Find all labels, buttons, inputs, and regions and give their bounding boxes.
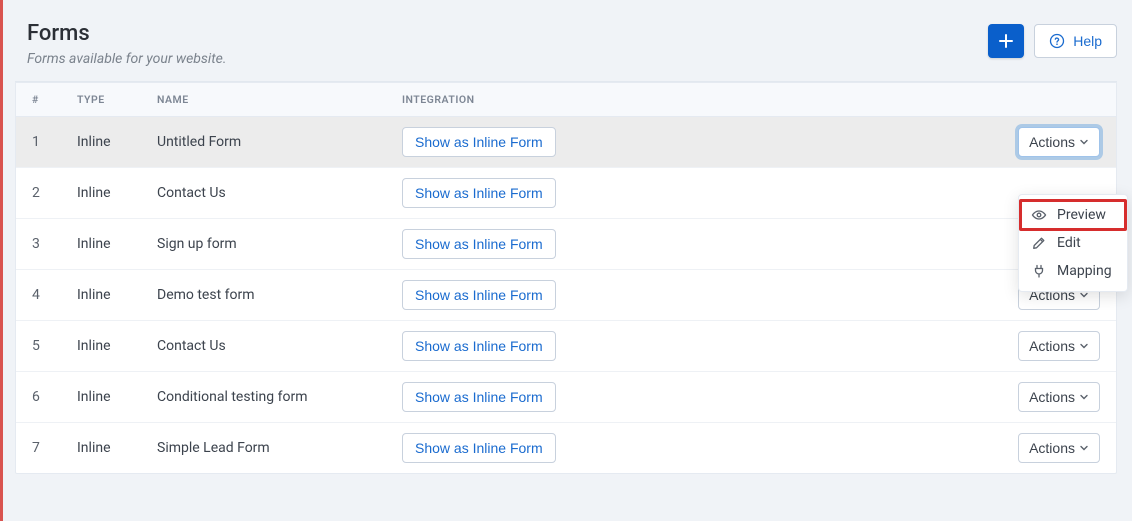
show-inline-form-button[interactable]: Show as Inline Form	[402, 433, 556, 463]
table-row: 1InlineUntitled FormShow as Inline Form A…	[16, 117, 1116, 168]
row-name: Contact Us	[157, 185, 402, 201]
help-icon	[1049, 33, 1065, 49]
show-inline-form-button[interactable]: Show as Inline Form	[402, 382, 556, 412]
row-num: 5	[32, 338, 77, 354]
help-button[interactable]: Help	[1034, 24, 1117, 58]
row-type: Inline	[77, 134, 157, 150]
page-subtitle: Forms available for your website.	[27, 51, 226, 67]
col-header-type: TYPE	[77, 93, 157, 106]
row-name: Conditional testing form	[157, 389, 402, 405]
plug-icon	[1031, 263, 1047, 279]
row-type: Inline	[77, 236, 157, 252]
col-header-name: NAME	[157, 93, 402, 106]
left-accent-bar	[0, 0, 3, 521]
pencil-icon	[1031, 235, 1047, 251]
help-label: Help	[1073, 33, 1102, 49]
page-title: Forms	[27, 20, 226, 49]
actions-button[interactable]: Actions	[1018, 127, 1100, 157]
row-num: 4	[32, 287, 77, 303]
show-inline-form-button[interactable]: Show as Inline Form	[402, 280, 556, 310]
plus-icon	[998, 33, 1014, 49]
row-type: Inline	[77, 287, 157, 303]
row-type: Inline	[77, 185, 157, 201]
row-type: Inline	[77, 440, 157, 456]
actions-label: Actions	[1029, 389, 1075, 405]
dropdown-item-mapping[interactable]: Mapping	[1019, 257, 1127, 285]
dropdown-item-label: Edit	[1057, 235, 1081, 251]
actions-label: Actions	[1029, 134, 1075, 150]
table-row: 5InlineContact UsShow as Inline Form Acti…	[16, 321, 1116, 372]
show-inline-form-button[interactable]: Show as Inline Form	[402, 331, 556, 361]
table-row: 3InlineSign up formShow as Inline Form	[16, 219, 1116, 270]
actions-dropdown: Preview Edit Mapping	[1018, 194, 1128, 292]
row-name: Contact Us	[157, 338, 402, 354]
show-inline-form-button[interactable]: Show as Inline Form	[402, 178, 556, 208]
row-num: 3	[32, 236, 77, 252]
dropdown-item-label: Preview	[1057, 207, 1106, 223]
actions-button[interactable]: Actions	[1018, 433, 1100, 463]
table-header: # TYPE NAME INTEGRATION	[16, 82, 1116, 117]
forms-table: # TYPE NAME INTEGRATION 1InlineUntitled …	[15, 82, 1117, 474]
table-row: 4InlineDemo test formShow as Inline Form…	[16, 270, 1116, 321]
row-num: 2	[32, 185, 77, 201]
row-type: Inline	[77, 338, 157, 354]
row-name: Untitled Form	[157, 134, 402, 150]
show-inline-form-button[interactable]: Show as Inline Form	[402, 127, 556, 157]
row-name: Demo test form	[157, 287, 402, 303]
row-type: Inline	[77, 389, 157, 405]
row-num: 7	[32, 440, 77, 456]
chevron-down-icon	[1079, 341, 1089, 351]
table-row: 2InlineContact UsShow as Inline Form	[16, 168, 1116, 219]
actions-label: Actions	[1029, 440, 1075, 456]
actions-label: Actions	[1029, 338, 1075, 354]
chevron-down-icon	[1079, 392, 1089, 402]
chevron-down-icon	[1079, 137, 1089, 147]
actions-button[interactable]: Actions	[1018, 382, 1100, 412]
eye-icon	[1031, 207, 1047, 223]
add-button[interactable]	[988, 24, 1024, 58]
table-row: 6InlineConditional testing formShow as I…	[16, 372, 1116, 423]
dropdown-item-preview[interactable]: Preview	[1019, 199, 1127, 231]
actions-button[interactable]: Actions	[1018, 331, 1100, 361]
show-inline-form-button[interactable]: Show as Inline Form	[402, 229, 556, 259]
dropdown-item-edit[interactable]: Edit	[1019, 229, 1127, 257]
chevron-down-icon	[1079, 443, 1089, 453]
dropdown-item-label: Mapping	[1057, 263, 1112, 279]
page-header: Forms Forms available for your website. …	[15, 20, 1117, 82]
col-header-integration: INTEGRATION	[402, 93, 990, 106]
table-row: 7InlineSimple Lead FormShow as Inline Fo…	[16, 423, 1116, 473]
row-name: Sign up form	[157, 236, 402, 252]
row-num: 1	[32, 134, 77, 150]
row-num: 6	[32, 389, 77, 405]
row-name: Simple Lead Form	[157, 440, 402, 456]
col-header-num: #	[32, 93, 77, 106]
